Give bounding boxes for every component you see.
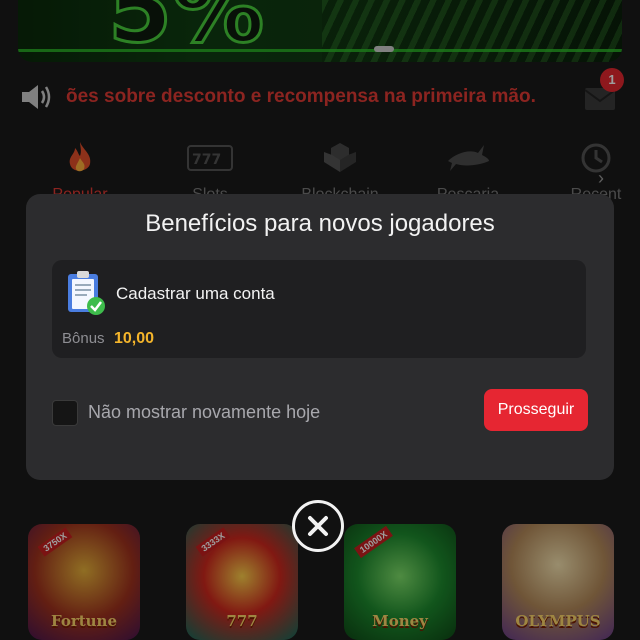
dont-show-again-label[interactable]: Não mostrar novamente hoje [88, 402, 320, 423]
clipboard-check-icon [68, 271, 105, 315]
close-dialog-button[interactable] [292, 500, 344, 552]
continue-button[interactable]: Prosseguir [484, 389, 588, 431]
dialog-title: Benefícios para novos jogadores [145, 210, 495, 237]
task-label: Cadastrar uma conta [116, 284, 275, 303]
bonus-label: Bônus [62, 330, 105, 347]
bonus-value: 10,00 [114, 330, 155, 347]
dont-show-again-checkbox[interactable] [52, 400, 78, 426]
new-player-benefits-dialog: Benefícios para novos jogadores Cadastra… [26, 194, 614, 480]
close-icon [308, 516, 328, 536]
task-card: Cadastrar uma conta Bônus 10,00 [52, 260, 586, 358]
